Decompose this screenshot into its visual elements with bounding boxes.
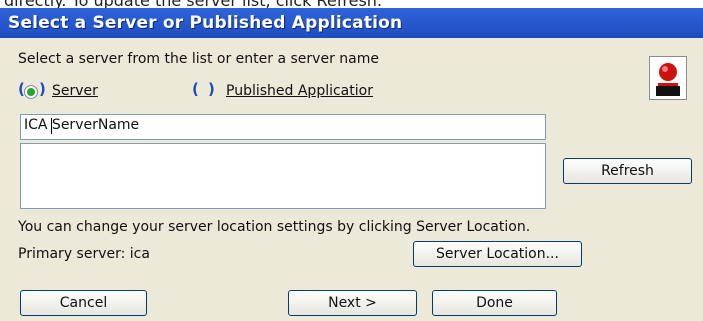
text-caret bbox=[51, 118, 52, 134]
printer-icon bbox=[649, 56, 687, 100]
radio-paren-right: ) bbox=[39, 80, 46, 98]
primary-server-text: Primary server: ica bbox=[18, 246, 150, 262]
next-button-label: Next > bbox=[328, 295, 377, 311]
server-name-value: ICA ServerName bbox=[24, 117, 140, 133]
cancel-button-label: Cancel bbox=[59, 295, 108, 311]
server-radio-label: Server bbox=[52, 83, 98, 99]
server-radio-button[interactable] bbox=[24, 85, 38, 99]
done-button[interactable]: Done bbox=[432, 290, 557, 316]
server-location-button-label: Server Location... bbox=[436, 246, 559, 262]
refresh-button-label: Refresh bbox=[601, 163, 654, 179]
done-button-label: Done bbox=[476, 295, 513, 311]
next-button[interactable]: Next > bbox=[288, 290, 417, 316]
refresh-button[interactable]: Refresh bbox=[563, 158, 692, 184]
instruction-text: Select a server from the list or enter a… bbox=[18, 51, 379, 67]
radio-selected-dot bbox=[27, 88, 35, 96]
dialog-titlebar[interactable]: Select a Server or Published Application bbox=[0, 8, 703, 38]
server-location-button[interactable]: Server Location... bbox=[413, 241, 582, 267]
cancel-button[interactable]: Cancel bbox=[20, 290, 147, 316]
published-radio-label: Published Applicatior bbox=[226, 83, 373, 99]
server-list-box[interactable] bbox=[20, 143, 546, 209]
radio-paren-right: ) bbox=[208, 80, 215, 98]
server-location-note: You can change your server location sett… bbox=[18, 219, 531, 235]
server-name-input[interactable]: ICA ServerName bbox=[20, 114, 546, 140]
dialog-title: Select a Server or Published Application bbox=[8, 13, 403, 33]
